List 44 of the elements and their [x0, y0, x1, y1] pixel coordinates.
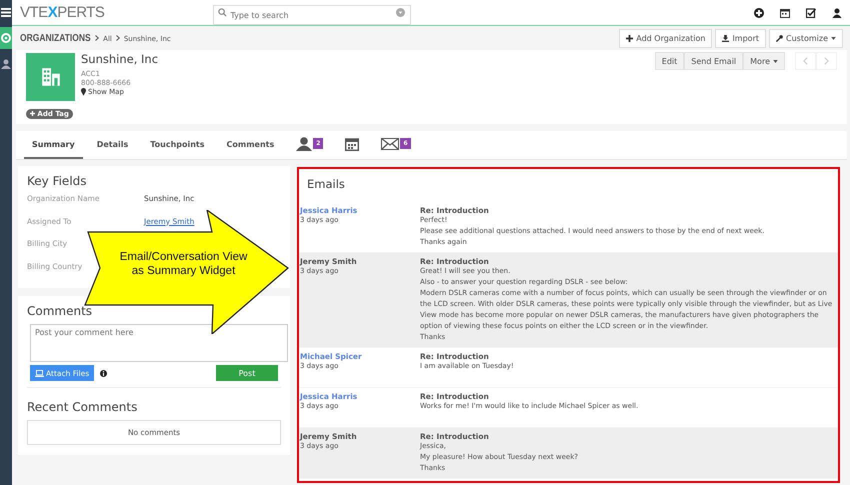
plus-icon	[626, 34, 634, 42]
record-action-button[interactable]: Edit	[654, 52, 684, 70]
person-icon	[296, 137, 312, 151]
section-title: Recent Comments	[27, 400, 138, 414]
record-action-button[interactable]: Send Email	[684, 52, 744, 70]
tab[interactable]: Details	[88, 131, 136, 159]
header-action-button[interactable]: Import	[715, 28, 766, 48]
caret-icon	[831, 36, 836, 40]
wrench-icon	[776, 34, 783, 42]
logo[interactable]: VTEXPERTS	[20, 4, 104, 21]
menu-icon[interactable]	[1, 7, 11, 17]
chevron-icon	[116, 35, 120, 41]
building-icon	[26, 53, 75, 101]
search-icon	[218, 8, 228, 17]
header-action-button[interactable]: Customize	[769, 28, 843, 48]
plus-icon	[30, 111, 35, 116]
chevron-left-icon	[803, 57, 808, 65]
record-action-button[interactable]: More	[743, 52, 785, 70]
section-title: Key Fields	[27, 174, 88, 188]
calendar-icon[interactable]	[780, 8, 790, 18]
tab[interactable]: Comments	[218, 131, 282, 159]
chevron-right-icon	[824, 57, 829, 65]
calendar-icon	[345, 137, 360, 151]
user-icon[interactable]	[832, 8, 842, 18]
checkbox-icon[interactable]	[806, 8, 816, 18]
section-title: Comments	[27, 304, 94, 318]
module-title[interactable]: ORGANIZATIONS	[20, 32, 91, 44]
tab[interactable]: Touchpoints	[142, 131, 213, 159]
caret-icon	[773, 60, 778, 62]
download-icon	[722, 34, 730, 42]
callout-text: Email/Conversation View as Summary Widget	[118, 250, 248, 278]
header-action-button[interactable]: Add Organization	[619, 28, 712, 48]
record-name: Sunshine, Inc	[81, 52, 158, 66]
laptop-icon	[35, 370, 44, 376]
email-row[interactable]	[299, 253, 838, 348]
add-icon[interactable]	[754, 8, 764, 18]
chevron-icon	[95, 35, 100, 41]
envelope-icon	[381, 138, 400, 150]
comment-field[interactable]: Post your comment here	[30, 324, 288, 362]
tab[interactable]: Summary	[24, 131, 83, 159]
search-field[interactable]: Type to search	[213, 5, 412, 25]
section-title: Emails	[306, 176, 346, 193]
pin-icon	[81, 88, 86, 96]
info-icon[interactable]	[100, 370, 108, 376]
